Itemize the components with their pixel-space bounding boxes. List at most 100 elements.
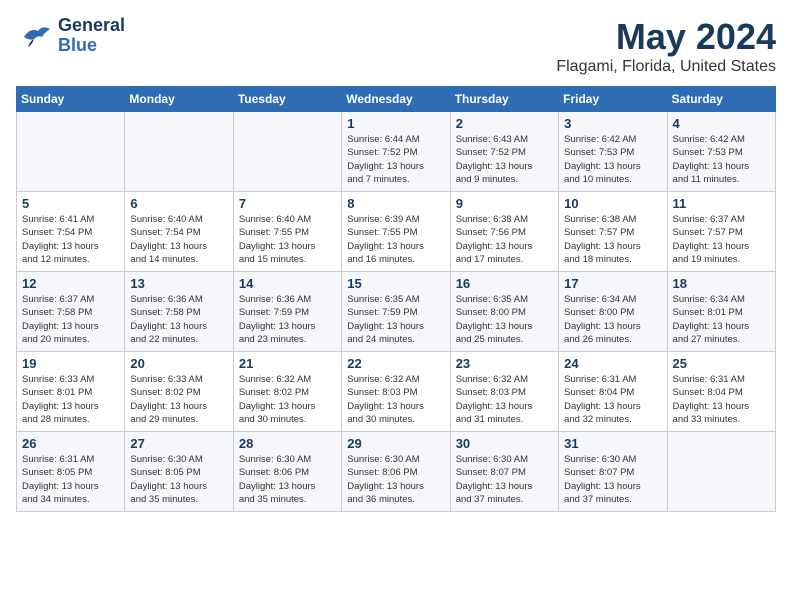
cell-info: Sunrise: 6:37 AM Sunset: 7:58 PM Dayligh… xyxy=(22,293,119,346)
cell-info: Sunrise: 6:30 AM Sunset: 8:05 PM Dayligh… xyxy=(130,453,227,506)
day-number: 30 xyxy=(456,436,553,451)
cell-info: Sunrise: 6:30 AM Sunset: 8:07 PM Dayligh… xyxy=(564,453,661,506)
cell-info: Sunrise: 6:30 AM Sunset: 8:07 PM Dayligh… xyxy=(456,453,553,506)
day-number: 27 xyxy=(130,436,227,451)
cell-info: Sunrise: 6:30 AM Sunset: 8:06 PM Dayligh… xyxy=(347,453,444,506)
header-wednesday: Wednesday xyxy=(342,87,450,112)
day-number: 25 xyxy=(673,356,770,371)
table-cell: 29 Sunrise: 6:30 AM Sunset: 8:06 PM Dayli… xyxy=(342,432,450,512)
header-monday: Monday xyxy=(125,87,233,112)
cell-info: Sunrise: 6:34 AM Sunset: 8:00 PM Dayligh… xyxy=(564,293,661,346)
table-cell: 13Sunrise: 6:36 AM Sunset: 7:58 PM Dayli… xyxy=(125,272,233,352)
table-cell: 12 Sunrise: 6:37 AM Sunset: 7:58 PM Dayli… xyxy=(17,272,125,352)
day-number: 15 xyxy=(347,276,444,291)
table-cell: 23Sunrise: 6:32 AM Sunset: 8:03 PM Dayli… xyxy=(450,352,558,432)
table-cell: 31 Sunrise: 6:30 AM Sunset: 8:07 PM Dayli… xyxy=(559,432,667,512)
table-cell: 9 Sunrise: 6:38 AM Sunset: 7:56 PM Daylig… xyxy=(450,192,558,272)
cell-info: Sunrise: 6:33 AM Sunset: 8:01 PM Dayligh… xyxy=(22,373,119,426)
week-row-4: 19 Sunrise: 6:33 AM Sunset: 8:01 PM Dayli… xyxy=(17,352,776,432)
day-number: 8 xyxy=(347,196,444,211)
calendar-table: SundayMondayTuesdayWednesdayThursdayFrid… xyxy=(16,86,776,512)
day-number: 24 xyxy=(564,356,661,371)
day-number: 9 xyxy=(456,196,553,211)
table-cell: 3 Sunrise: 6:42 AM Sunset: 7:53 PM Daylig… xyxy=(559,112,667,192)
day-number: 1 xyxy=(347,116,444,131)
table-cell: 11 Sunrise: 6:37 AM Sunset: 7:57 PM Dayli… xyxy=(667,192,775,272)
cell-info: Sunrise: 6:41 AM Sunset: 7:54 PM Dayligh… xyxy=(22,213,119,266)
table-cell xyxy=(125,112,233,192)
table-cell: 21 Sunrise: 6:32 AM Sunset: 8:02 PM Dayli… xyxy=(233,352,341,432)
day-number: 23 xyxy=(456,356,553,371)
logo-general-text: General xyxy=(58,16,125,36)
calendar-location: Flagami, Florida, United States xyxy=(556,58,776,76)
cell-info: Sunrise: 6:44 AM Sunset: 7:52 PM Dayligh… xyxy=(347,133,444,186)
table-cell: 17 Sunrise: 6:34 AM Sunset: 8:00 PM Dayli… xyxy=(559,272,667,352)
table-cell: 6Sunrise: 6:40 AM Sunset: 7:54 PM Daylig… xyxy=(125,192,233,272)
cell-info: Sunrise: 6:31 AM Sunset: 8:04 PM Dayligh… xyxy=(673,373,770,426)
table-cell: 4 Sunrise: 6:42 AM Sunset: 7:53 PM Daylig… xyxy=(667,112,775,192)
table-cell: 2Sunrise: 6:43 AM Sunset: 7:52 PM Daylig… xyxy=(450,112,558,192)
day-number: 22 xyxy=(347,356,444,371)
header-saturday: Saturday xyxy=(667,87,775,112)
cell-info: Sunrise: 6:31 AM Sunset: 8:04 PM Dayligh… xyxy=(564,373,661,426)
table-cell: 19 Sunrise: 6:33 AM Sunset: 8:01 PM Dayli… xyxy=(17,352,125,432)
table-cell: 22Sunrise: 6:32 AM Sunset: 8:03 PM Dayli… xyxy=(342,352,450,432)
cell-info: Sunrise: 6:38 AM Sunset: 7:56 PM Dayligh… xyxy=(456,213,553,266)
day-number: 12 xyxy=(22,276,119,291)
cell-info: Sunrise: 6:32 AM Sunset: 8:02 PM Dayligh… xyxy=(239,373,336,426)
day-number: 6 xyxy=(130,196,227,211)
logo-name: General Blue xyxy=(58,16,125,56)
logo-blue-text: Blue xyxy=(58,36,125,56)
table-cell: 28 Sunrise: 6:30 AM Sunset: 8:06 PM Dayli… xyxy=(233,432,341,512)
table-cell xyxy=(17,112,125,192)
week-row-5: 26 Sunrise: 6:31 AM Sunset: 8:05 PM Dayli… xyxy=(17,432,776,512)
table-cell: 26 Sunrise: 6:31 AM Sunset: 8:05 PM Dayli… xyxy=(17,432,125,512)
cell-info: Sunrise: 6:40 AM Sunset: 7:55 PM Dayligh… xyxy=(239,213,336,266)
day-number: 10 xyxy=(564,196,661,211)
table-cell: 5 Sunrise: 6:41 AM Sunset: 7:54 PM Daylig… xyxy=(17,192,125,272)
cell-info: Sunrise: 6:33 AM Sunset: 8:02 PM Dayligh… xyxy=(130,373,227,426)
day-number: 18 xyxy=(673,276,770,291)
day-number: 13 xyxy=(130,276,227,291)
weekday-header-row: SundayMondayTuesdayWednesdayThursdayFrid… xyxy=(17,87,776,112)
cell-info: Sunrise: 6:42 AM Sunset: 7:53 PM Dayligh… xyxy=(673,133,770,186)
table-cell: 10 Sunrise: 6:38 AM Sunset: 7:57 PM Dayli… xyxy=(559,192,667,272)
header-thursday: Thursday xyxy=(450,87,558,112)
day-number: 20 xyxy=(130,356,227,371)
day-number: 14 xyxy=(239,276,336,291)
day-number: 3 xyxy=(564,116,661,131)
table-cell: 7 Sunrise: 6:40 AM Sunset: 7:55 PM Daylig… xyxy=(233,192,341,272)
logo: General Blue xyxy=(16,16,125,56)
table-cell: 20 Sunrise: 6:33 AM Sunset: 8:02 PM Dayli… xyxy=(125,352,233,432)
day-number: 29 xyxy=(347,436,444,451)
day-number: 31 xyxy=(564,436,661,451)
calendar-title: May 2024 xyxy=(556,16,776,58)
cell-info: Sunrise: 6:39 AM Sunset: 7:55 PM Dayligh… xyxy=(347,213,444,266)
week-row-2: 5 Sunrise: 6:41 AM Sunset: 7:54 PM Daylig… xyxy=(17,192,776,272)
day-number: 19 xyxy=(22,356,119,371)
title-block: May 2024 Flagami, Florida, United States xyxy=(556,16,776,76)
table-cell: 24 Sunrise: 6:31 AM Sunset: 8:04 PM Dayli… xyxy=(559,352,667,432)
day-number: 5 xyxy=(22,196,119,211)
cell-info: Sunrise: 6:34 AM Sunset: 8:01 PM Dayligh… xyxy=(673,293,770,346)
cell-info: Sunrise: 6:31 AM Sunset: 8:05 PM Dayligh… xyxy=(22,453,119,506)
day-number: 17 xyxy=(564,276,661,291)
day-number: 4 xyxy=(673,116,770,131)
table-cell: 15Sunrise: 6:35 AM Sunset: 7:59 PM Dayli… xyxy=(342,272,450,352)
cell-info: Sunrise: 6:38 AM Sunset: 7:57 PM Dayligh… xyxy=(564,213,661,266)
logo-icon xyxy=(16,17,54,55)
day-number: 21 xyxy=(239,356,336,371)
table-cell: 25 Sunrise: 6:31 AM Sunset: 8:04 PM Dayli… xyxy=(667,352,775,432)
cell-info: Sunrise: 6:37 AM Sunset: 7:57 PM Dayligh… xyxy=(673,213,770,266)
day-number: 11 xyxy=(673,196,770,211)
day-number: 26 xyxy=(22,436,119,451)
cell-info: Sunrise: 6:42 AM Sunset: 7:53 PM Dayligh… xyxy=(564,133,661,186)
day-number: 28 xyxy=(239,436,336,451)
day-number: 16 xyxy=(456,276,553,291)
header-tuesday: Tuesday xyxy=(233,87,341,112)
table-cell: 1 Sunrise: 6:44 AM Sunset: 7:52 PM Daylig… xyxy=(342,112,450,192)
cell-info: Sunrise: 6:30 AM Sunset: 8:06 PM Dayligh… xyxy=(239,453,336,506)
day-number: 7 xyxy=(239,196,336,211)
page-header: General Blue May 2024 Flagami, Florida, … xyxy=(16,16,776,76)
header-friday: Friday xyxy=(559,87,667,112)
